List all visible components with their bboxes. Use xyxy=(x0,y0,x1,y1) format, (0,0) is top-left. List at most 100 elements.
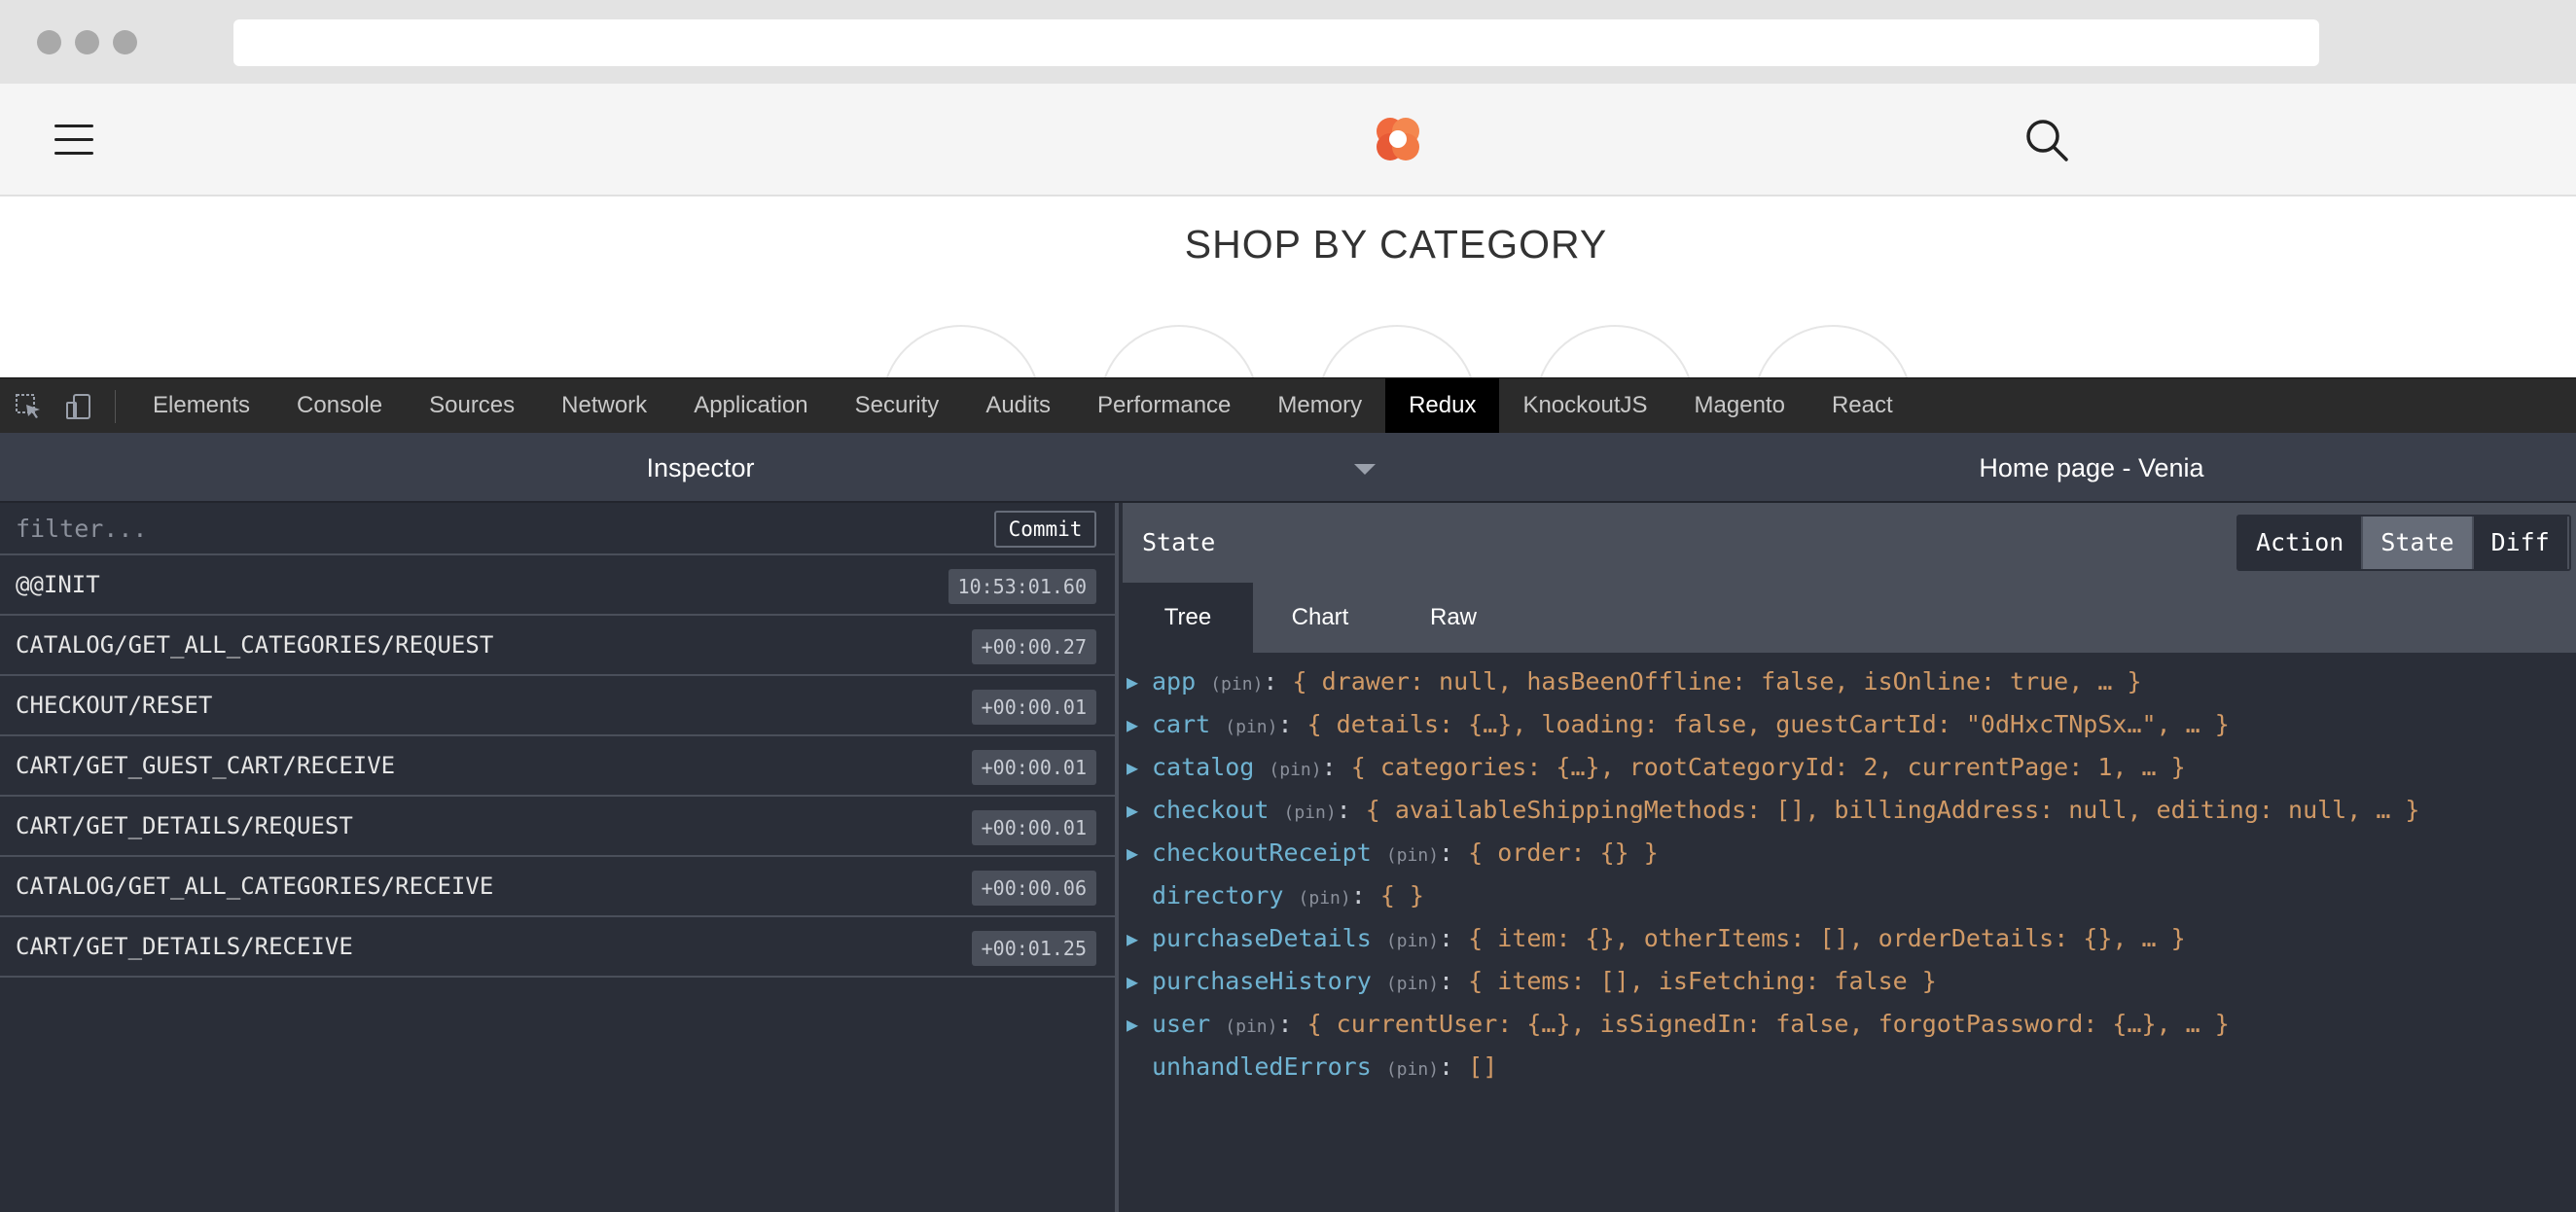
action-list-item[interactable]: CATALOG/GET_ALL_CATEGORIES/RECEIVE +00:00… xyxy=(0,857,1115,917)
devtools-tab-react[interactable]: React xyxy=(1808,378,1916,433)
category-tile[interactable] xyxy=(881,325,1041,377)
search-icon[interactable] xyxy=(2023,117,2070,163)
page-content: SHOP BY CATEGORY xyxy=(0,196,2576,377)
window-minimize-dot[interactable] xyxy=(75,30,99,54)
expand-arrow-icon[interactable]: ▶ xyxy=(1127,746,1146,789)
action-mode-button[interactable]: Action xyxy=(2238,517,2364,569)
monitor-selector[interactable]: Inspector xyxy=(603,433,798,503)
state-tree-node[interactable]: ▶ checkout (pin): { availableShippingMeth… xyxy=(1123,789,2576,832)
tree-node-content: checkout (pin): { availableShippingMetho… xyxy=(1152,789,2419,835)
tree-node-content: catalog (pin): { categories: {…}, rootCa… xyxy=(1152,746,2186,792)
pin-link[interactable]: (pin) xyxy=(1210,674,1263,695)
diff-mode-button[interactable]: Diff xyxy=(2473,517,2569,569)
tree-node-key[interactable]: purchaseDetails xyxy=(1152,924,1372,952)
tree-node-content: unhandledErrors (pin): [] xyxy=(1152,1046,1497,1091)
expand-arrow-icon[interactable]: ▶ xyxy=(1127,1003,1146,1046)
state-tree-node[interactable]: ▶ checkoutReceipt (pin): { order: {} } xyxy=(1123,832,2576,874)
tree-node-key[interactable]: user xyxy=(1152,1010,1210,1038)
tree-node-key[interactable]: app xyxy=(1152,667,1196,695)
subtab-raw[interactable]: Raw xyxy=(1385,583,1521,653)
tree-node-key[interactable]: catalog xyxy=(1152,753,1254,781)
pin-link[interactable]: (pin) xyxy=(1269,760,1321,780)
devtools-tab-memory[interactable]: Memory xyxy=(1254,378,1385,433)
action-list-item[interactable]: CATALOG/GET_ALL_CATEGORIES/REQUEST +00:00… xyxy=(0,616,1115,676)
action-timestamp: +00:00.01 xyxy=(971,810,1096,845)
state-tree-node[interactable]: ▶ catalog (pin): { categories: {…}, rootC… xyxy=(1123,746,2576,789)
action-name: CART/GET_DETAILS/REQUEST xyxy=(16,812,353,839)
devtools-tab-elements[interactable]: Elements xyxy=(129,378,273,433)
expand-arrow-icon[interactable]: ▶ xyxy=(1127,960,1146,1003)
state-tree-node[interactable]: ▶ cart (pin): { details: {…}, loading: fa… xyxy=(1123,703,2576,746)
tree-node-key[interactable]: checkoutReceipt xyxy=(1152,838,1372,867)
action-list-item[interactable]: @@INIT 10:53:01.60 xyxy=(0,555,1115,616)
category-tile[interactable] xyxy=(1535,325,1695,377)
devtools-tabbar: Elements Console Sources Network Application… xyxy=(0,377,2576,433)
action-list-item[interactable]: CHECKOUT/RESET +00:00.01 xyxy=(0,676,1115,736)
action-name: CART/GET_DETAILS/RECEIVE xyxy=(16,933,353,960)
expand-arrow-icon[interactable]: ▶ xyxy=(1127,832,1146,874)
window-maximize-dot[interactable] xyxy=(113,30,137,54)
pin-link[interactable]: (pin) xyxy=(1386,931,1439,951)
category-tile[interactable] xyxy=(1753,325,1913,377)
tree-node-key[interactable]: directory xyxy=(1152,881,1283,909)
filter-input[interactable] xyxy=(0,503,973,553)
tree-node-key[interactable]: cart xyxy=(1152,710,1210,738)
subtab-tree[interactable]: Tree xyxy=(1123,583,1253,653)
subtab-chart[interactable]: Chart xyxy=(1255,583,1385,653)
expand-arrow-icon[interactable]: ▶ xyxy=(1127,703,1146,746)
state-tree-node[interactable]: ▶ purchaseDetails (pin): { item: {}, othe… xyxy=(1123,917,2576,960)
devtools-tab-magento[interactable]: Magento xyxy=(1671,378,1808,433)
category-tile[interactable] xyxy=(1099,325,1259,377)
venia-logo-icon[interactable] xyxy=(1372,113,1424,165)
devtools-tab-performance[interactable]: Performance xyxy=(1074,378,1254,433)
pin-link[interactable]: (pin) xyxy=(1225,1016,1277,1037)
devtools-tab-redux[interactable]: Redux xyxy=(1385,378,1500,433)
pin-link[interactable]: (pin) xyxy=(1386,974,1439,994)
menu-icon[interactable] xyxy=(54,125,93,156)
pin-link[interactable]: (pin) xyxy=(1299,888,1351,909)
tree-node-key[interactable]: unhandledErrors xyxy=(1152,1052,1372,1081)
inspect-element-icon[interactable] xyxy=(14,392,43,421)
tree-node-key[interactable]: checkout xyxy=(1152,796,1269,824)
devtools-tab-knockoutjs[interactable]: KnockoutJS xyxy=(1499,378,1670,433)
instance-selector[interactable]: Home page - Venia xyxy=(1897,433,2286,503)
expand-arrow-icon[interactable]: ▶ xyxy=(1127,660,1146,703)
action-timestamp: 10:53:01.60 xyxy=(948,569,1096,604)
state-mode-button[interactable]: State xyxy=(2363,517,2474,569)
action-list-item[interactable]: CART/GET_GUEST_CART/RECEIVE +00:00.01 xyxy=(0,736,1115,797)
state-tree-node[interactable]: ▶ app (pin): { drawer: null, hasBeenOffli… xyxy=(1123,660,2576,703)
device-toolbar-icon[interactable] xyxy=(64,392,93,421)
pin-link[interactable]: (pin) xyxy=(1283,802,1336,823)
tree-node-colon: : xyxy=(1321,753,1351,781)
expand-arrow-icon[interactable]: ▶ xyxy=(1127,917,1146,960)
commit-button[interactable]: Commit xyxy=(994,511,1096,548)
tree-node-content: directory (pin): { } xyxy=(1152,874,1424,920)
tree-node-key[interactable]: purchaseHistory xyxy=(1152,967,1372,995)
state-tree-node: unhandledErrors (pin): [] xyxy=(1123,1046,2576,1088)
expand-arrow-icon[interactable]: ▶ xyxy=(1127,789,1146,832)
category-tile[interactable] xyxy=(1317,325,1477,377)
devtools-tab-application[interactable]: Application xyxy=(670,378,831,433)
action-name: CATALOG/GET_ALL_CATEGORIES/RECEIVE xyxy=(16,873,494,900)
devtools-tab-network[interactable]: Network xyxy=(538,378,670,433)
devtools-tab-audits[interactable]: Audits xyxy=(962,378,1074,433)
chevron-down-icon[interactable] xyxy=(1354,464,1376,475)
tree-node-colon: : xyxy=(1439,1052,1469,1081)
tree-node-colon: : xyxy=(1439,838,1469,867)
tree-node-content: purchaseDetails (pin): { item: {}, other… xyxy=(1152,917,2186,963)
window-close-dot[interactable] xyxy=(37,30,61,54)
pin-link[interactable]: (pin) xyxy=(1225,717,1277,737)
pin-link[interactable]: (pin) xyxy=(1386,845,1439,866)
pin-link[interactable]: (pin) xyxy=(1386,1059,1439,1080)
devtools-tab-sources[interactable]: Sources xyxy=(406,378,538,433)
action-list-item[interactable]: CART/GET_DETAILS/REQUEST +00:00.01 xyxy=(0,797,1115,857)
action-timestamp: +00:00.27 xyxy=(971,629,1096,664)
state-tree-node[interactable]: ▶ purchaseHistory (pin): { items: [], isF… xyxy=(1123,960,2576,1003)
devtools-tab-security[interactable]: Security xyxy=(832,378,963,433)
address-bar[interactable] xyxy=(233,19,2319,66)
action-list-item[interactable]: CART/GET_DETAILS/RECEIVE +00:01.25 xyxy=(0,917,1115,978)
filter-row: Commit xyxy=(0,503,1115,555)
browser-chrome xyxy=(0,0,2576,84)
state-tree-node[interactable]: ▶ user (pin): { currentUser: {…}, isSigne… xyxy=(1123,1003,2576,1046)
devtools-tab-console[interactable]: Console xyxy=(273,378,406,433)
